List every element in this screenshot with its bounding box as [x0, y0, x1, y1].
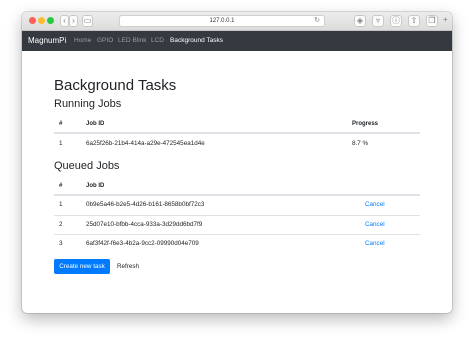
- nav-link-gpio[interactable]: GPIO: [97, 37, 113, 44]
- row-divider: [54, 215, 420, 216]
- nav-link-lcd[interactable]: LCD: [151, 37, 164, 44]
- minimize-window-button[interactable]: [38, 17, 45, 24]
- sidebar-icon[interactable]: ▭: [82, 15, 93, 27]
- refresh-button[interactable]: Refresh: [114, 259, 142, 274]
- nav-link-background-tasks[interactable]: Background Tasks: [170, 37, 223, 44]
- column-header-job-id: Job ID: [86, 183, 105, 189]
- lock-icon[interactable]: ▿: [372, 15, 384, 27]
- main-content: Background Tasks Running Jobs # Job ID P…: [22, 51, 452, 313]
- forward-icon[interactable]: ›: [69, 15, 78, 27]
- table-header-divider: [54, 194, 420, 196]
- info-icon[interactable]: ⓘ: [390, 15, 402, 27]
- running-jobs-heading: Running Jobs: [54, 98, 122, 110]
- close-window-button[interactable]: [29, 17, 36, 24]
- job-id: 25d07e10-bfbb-4cca-933a-3d29dd6bd7f9: [86, 221, 203, 228]
- row-number: 2: [59, 221, 63, 228]
- reload-icon[interactable]: ↻: [314, 16, 320, 26]
- column-header-progress: Progress: [352, 121, 379, 127]
- queued-jobs-heading: Queued Jobs: [54, 160, 120, 172]
- navbar: MagnumPi Home GPIO LED Blink LCD Backgro…: [22, 31, 452, 51]
- row-divider: [54, 234, 420, 235]
- share-icon[interactable]: ⇧: [408, 15, 420, 27]
- cancel-job-button[interactable]: Cancel: [365, 201, 385, 208]
- zoom-window-button[interactable]: [47, 17, 54, 24]
- shield-icon[interactable]: ◈: [354, 15, 366, 27]
- table-header-divider: [54, 132, 420, 134]
- row-number: 3: [59, 240, 63, 247]
- back-icon[interactable]: ‹: [60, 15, 69, 27]
- job-id: 6a25f26b-21b4-414a-a29e-472545ea1d4e: [86, 140, 205, 147]
- create-new-task-button[interactable]: Create new task: [54, 259, 110, 274]
- nav-link-home[interactable]: Home: [74, 37, 91, 44]
- navbar-brand[interactable]: MagnumPi: [28, 36, 66, 45]
- job-progress: 8.7 %: [352, 140, 369, 147]
- new-tab-icon[interactable]: +: [441, 15, 450, 27]
- url-text: 127.0.0.1: [209, 18, 235, 24]
- cancel-job-button[interactable]: Cancel: [365, 240, 385, 247]
- column-header-number: #: [59, 121, 63, 127]
- row-number: 1: [59, 140, 63, 147]
- nav-link-led-blink[interactable]: LED Blink: [118, 37, 147, 44]
- address-bar[interactable]: 127.0.0.1 ↻: [119, 15, 325, 27]
- job-id: 6af3f42f-f6e3-4b2a-9cc2-09990d04e709: [86, 240, 199, 247]
- browser-titlebar: ‹ › ▭ 127.0.0.1 ↻ ◈ ▿ ⓘ ⇧ ❐ +: [22, 12, 452, 31]
- page-title: Background Tasks: [54, 77, 177, 94]
- job-id: 0b9e5a46-b2e5-4d26-b161-8658b0bf72c3: [86, 201, 205, 208]
- column-header-job-id: Job ID: [86, 121, 105, 127]
- row-number: 1: [59, 201, 63, 208]
- browser-window: ‹ › ▭ 127.0.0.1 ↻ ◈ ▿ ⓘ ⇧ ❐ + MagnumPi H…: [22, 12, 452, 313]
- column-header-number: #: [59, 183, 63, 189]
- cancel-job-button[interactable]: Cancel: [365, 221, 385, 228]
- tabs-icon[interactable]: ❐: [426, 15, 438, 27]
